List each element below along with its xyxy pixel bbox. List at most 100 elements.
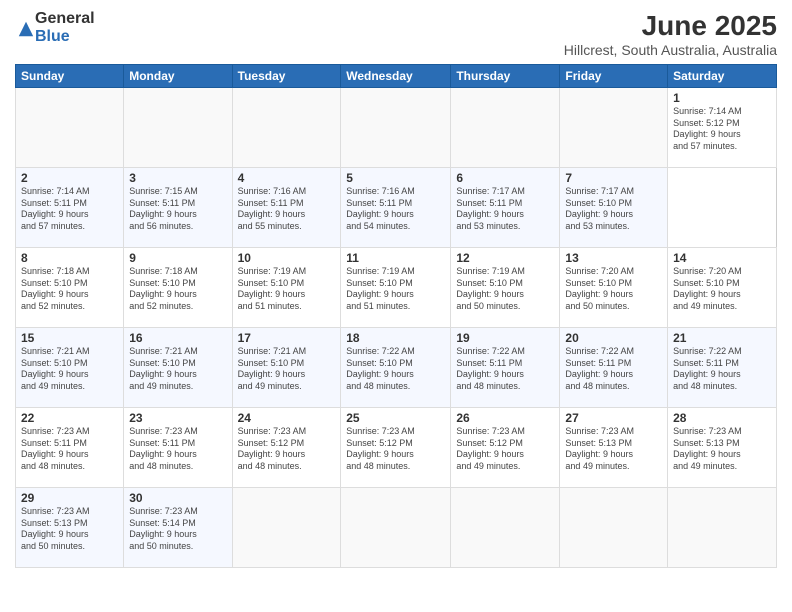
- day-info: Sunrise: 7:20 AMSunset: 5:10 PMDaylight:…: [565, 266, 634, 311]
- day-info: Sunrise: 7:23 AMSunset: 5:13 PMDaylight:…: [673, 426, 742, 471]
- day-number: 16: [129, 331, 226, 345]
- table-row: 29Sunrise: 7:23 AMSunset: 5:13 PMDayligh…: [16, 488, 124, 568]
- page: General Blue June 2025 Hillcrest, South …: [0, 0, 792, 612]
- table-row: 9Sunrise: 7:18 AMSunset: 5:10 PMDaylight…: [124, 248, 232, 328]
- day-info: Sunrise: 7:18 AMSunset: 5:10 PMDaylight:…: [129, 266, 198, 311]
- table-row: 4Sunrise: 7:16 AMSunset: 5:11 PMDaylight…: [232, 168, 341, 248]
- day-number: 29: [21, 491, 118, 505]
- day-info: Sunrise: 7:22 AMSunset: 5:11 PMDaylight:…: [456, 346, 525, 391]
- day-info: Sunrise: 7:19 AMSunset: 5:10 PMDaylight:…: [346, 266, 415, 311]
- day-number: 17: [238, 331, 336, 345]
- day-number: 25: [346, 411, 445, 425]
- day-number: 5: [346, 171, 445, 185]
- day-info: Sunrise: 7:15 AMSunset: 5:11 PMDaylight:…: [129, 186, 198, 231]
- location-title: Hillcrest, South Australia, Australia: [564, 42, 777, 58]
- day-number: 2: [21, 171, 118, 185]
- day-info: Sunrise: 7:18 AMSunset: 5:10 PMDaylight:…: [21, 266, 90, 311]
- day-info: Sunrise: 7:21 AMSunset: 5:10 PMDaylight:…: [238, 346, 307, 391]
- header-row: Sunday Monday Tuesday Wednesday Thursday…: [16, 65, 777, 88]
- table-row: 5Sunrise: 7:16 AMSunset: 5:11 PMDaylight…: [341, 168, 451, 248]
- day-number: 27: [565, 411, 662, 425]
- table-row: 6Sunrise: 7:17 AMSunset: 5:11 PMDaylight…: [451, 168, 560, 248]
- day-info: Sunrise: 7:17 AMSunset: 5:11 PMDaylight:…: [456, 186, 525, 231]
- table-row: 10Sunrise: 7:19 AMSunset: 5:10 PMDayligh…: [232, 248, 341, 328]
- day-number: 28: [673, 411, 771, 425]
- table-row: [668, 488, 777, 568]
- day-info: Sunrise: 7:20 AMSunset: 5:10 PMDaylight:…: [673, 266, 742, 311]
- day-info: Sunrise: 7:17 AMSunset: 5:10 PMDaylight:…: [565, 186, 634, 231]
- header-friday: Friday: [560, 65, 668, 88]
- logo-text: General Blue: [35, 10, 95, 45]
- table-row: 11Sunrise: 7:19 AMSunset: 5:10 PMDayligh…: [341, 248, 451, 328]
- day-number: 10: [238, 251, 336, 265]
- header-sunday: Sunday: [16, 65, 124, 88]
- day-info: Sunrise: 7:23 AMSunset: 5:12 PMDaylight:…: [238, 426, 307, 471]
- day-info: Sunrise: 7:23 AMSunset: 5:12 PMDaylight:…: [456, 426, 525, 471]
- day-info: Sunrise: 7:23 AMSunset: 5:11 PMDaylight:…: [21, 426, 90, 471]
- logo-general-text: General: [35, 10, 95, 28]
- day-info: Sunrise: 7:22 AMSunset: 5:10 PMDaylight:…: [346, 346, 415, 391]
- table-row: 3Sunrise: 7:15 AMSunset: 5:11 PMDaylight…: [124, 168, 232, 248]
- day-number: 20: [565, 331, 662, 345]
- table-row: 19Sunrise: 7:22 AMSunset: 5:11 PMDayligh…: [451, 328, 560, 408]
- day-number: 21: [673, 331, 771, 345]
- day-number: 6: [456, 171, 554, 185]
- table-row: [451, 488, 560, 568]
- header-monday: Monday: [124, 65, 232, 88]
- table-row: 8Sunrise: 7:18 AMSunset: 5:10 PMDaylight…: [16, 248, 124, 328]
- table-row: 24Sunrise: 7:23 AMSunset: 5:12 PMDayligh…: [232, 408, 341, 488]
- table-row: 15Sunrise: 7:21 AMSunset: 5:10 PMDayligh…: [16, 328, 124, 408]
- day-number: 15: [21, 331, 118, 345]
- day-info: Sunrise: 7:23 AMSunset: 5:14 PMDaylight:…: [129, 506, 198, 551]
- day-number: 19: [456, 331, 554, 345]
- day-number: 26: [456, 411, 554, 425]
- header-thursday: Thursday: [451, 65, 560, 88]
- table-row: [232, 488, 341, 568]
- title-section: June 2025 Hillcrest, South Australia, Au…: [564, 10, 777, 58]
- table-row: 26Sunrise: 7:23 AMSunset: 5:12 PMDayligh…: [451, 408, 560, 488]
- day-number: 30: [129, 491, 226, 505]
- table-row: 2Sunrise: 7:14 AMSunset: 5:11 PMDaylight…: [16, 168, 124, 248]
- day-number: 11: [346, 251, 445, 265]
- day-info: Sunrise: 7:23 AMSunset: 5:13 PMDaylight:…: [565, 426, 634, 471]
- table-row: 25Sunrise: 7:23 AMSunset: 5:12 PMDayligh…: [341, 408, 451, 488]
- header-wednesday: Wednesday: [341, 65, 451, 88]
- empty-cell: [16, 88, 124, 168]
- day-number: 8: [21, 251, 118, 265]
- header: General Blue June 2025 Hillcrest, South …: [15, 10, 777, 58]
- table-row: [560, 488, 668, 568]
- table-row: 17Sunrise: 7:21 AMSunset: 5:10 PMDayligh…: [232, 328, 341, 408]
- day-number: 9: [129, 251, 226, 265]
- empty-cell: [560, 88, 668, 168]
- day-info: Sunrise: 7:23 AMSunset: 5:12 PMDaylight:…: [346, 426, 415, 471]
- day-info: Sunrise: 7:23 AMSunset: 5:11 PMDaylight:…: [129, 426, 198, 471]
- empty-cell: [451, 88, 560, 168]
- logo-blue-text: Blue: [35, 28, 95, 46]
- day-number: 23: [129, 411, 226, 425]
- table-row: 21Sunrise: 7:22 AMSunset: 5:11 PMDayligh…: [668, 328, 777, 408]
- table-row: 7Sunrise: 7:17 AMSunset: 5:10 PMDaylight…: [560, 168, 668, 248]
- day-number: 3: [129, 171, 226, 185]
- day-number: 18: [346, 331, 445, 345]
- day-info: Sunrise: 7:19 AMSunset: 5:10 PMDaylight:…: [456, 266, 525, 311]
- table-row: 30Sunrise: 7:23 AMSunset: 5:14 PMDayligh…: [124, 488, 232, 568]
- empty-cell: [124, 88, 232, 168]
- empty-cell: [341, 88, 451, 168]
- day-number: 4: [238, 171, 336, 185]
- day-info: Sunrise: 7:22 AMSunset: 5:11 PMDaylight:…: [673, 346, 742, 391]
- table-row: [341, 488, 451, 568]
- table-row: 22Sunrise: 7:23 AMSunset: 5:11 PMDayligh…: [16, 408, 124, 488]
- day-number: 7: [565, 171, 662, 185]
- day-info: Sunrise: 7:16 AMSunset: 5:11 PMDaylight:…: [346, 186, 415, 231]
- table-row: 28Sunrise: 7:23 AMSunset: 5:13 PMDayligh…: [668, 408, 777, 488]
- header-tuesday: Tuesday: [232, 65, 341, 88]
- day-info: Sunrise: 7:23 AMSunset: 5:13 PMDaylight:…: [21, 506, 90, 551]
- day-info: Sunrise: 7:14 AMSunset: 5:12 PMDaylight:…: [673, 106, 742, 151]
- day-info: Sunrise: 7:16 AMSunset: 5:11 PMDaylight:…: [238, 186, 307, 231]
- logo: General Blue: [15, 10, 95, 45]
- day-number: 12: [456, 251, 554, 265]
- day-info: Sunrise: 7:14 AMSunset: 5:11 PMDaylight:…: [21, 186, 90, 231]
- table-row: 18Sunrise: 7:22 AMSunset: 5:10 PMDayligh…: [341, 328, 451, 408]
- table-row: 23Sunrise: 7:23 AMSunset: 5:11 PMDayligh…: [124, 408, 232, 488]
- table-row: 12Sunrise: 7:19 AMSunset: 5:10 PMDayligh…: [451, 248, 560, 328]
